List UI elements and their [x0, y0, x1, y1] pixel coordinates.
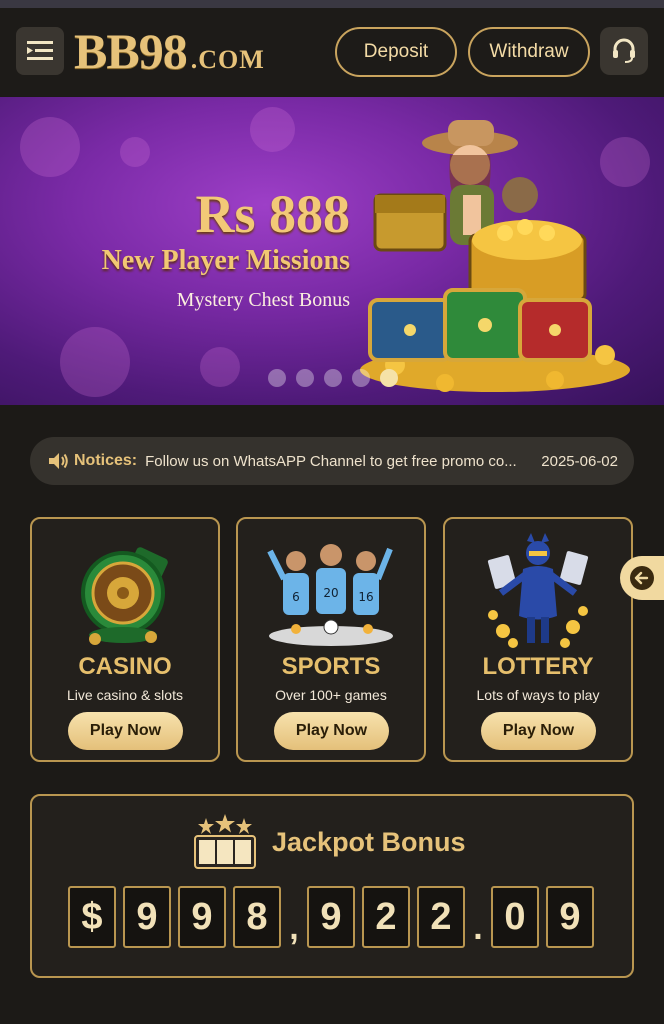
- logo-suffix: .COM: [190, 45, 265, 74]
- side-expand-tab[interactable]: [620, 556, 664, 600]
- top-header: BB98 .COM Deposit Withdraw: [0, 8, 664, 96]
- logo-main: BB98: [74, 23, 188, 79]
- slot-777-icon: [194, 814, 256, 869]
- sports-play-button[interactable]: Play Now: [274, 712, 389, 750]
- sports-subtitle: Over 100+ games: [275, 687, 387, 703]
- casino-subtitle: Live casino & slots: [67, 687, 183, 703]
- carousel-dot[interactable]: [324, 369, 342, 387]
- lottery-cat-woman-icon: [445, 527, 631, 655]
- notice-date: 2025-06-02: [541, 452, 618, 470]
- notice-bar[interactable]: Notices: Follow us on WhatsAPP Channel t…: [30, 437, 634, 485]
- casino-play-button[interactable]: Play Now: [68, 712, 183, 750]
- arrow-left-icon: [630, 566, 654, 590]
- jackpot-counter: $9 9 8, 9 2 2. 0 9: [68, 886, 601, 948]
- speaker-icon: [49, 453, 68, 469]
- casino-card[interactable]: CASINO Live casino & slots Play Now: [30, 517, 220, 762]
- casino-title: CASINO: [78, 653, 172, 680]
- jackpot-panel: Jackpot Bonus $9 9 8, 9 2 2. 0 9: [30, 794, 634, 978]
- jackpot-digit: $: [68, 886, 116, 948]
- menu-icon: [27, 41, 53, 60]
- site-logo[interactable]: BB98 .COM: [74, 22, 265, 82]
- jackpot-digit: 8: [233, 886, 281, 948]
- football-players-icon: 6 20 16: [238, 527, 424, 655]
- withdraw-button[interactable]: Withdraw: [468, 27, 590, 77]
- support-button[interactable]: [600, 27, 648, 75]
- carousel-dot-active[interactable]: [380, 369, 398, 387]
- sports-title: SPORTS: [281, 653, 381, 680]
- jackpot-digit: 0: [491, 886, 539, 948]
- carousel-dots: [268, 369, 398, 387]
- jackpot-digit: 9: [546, 886, 594, 948]
- jackpot-title: Jackpot Bonus: [272, 826, 466, 857]
- sports-card[interactable]: 6 20 16 SPORTS Over 100+ games Play Now: [236, 517, 426, 762]
- notice-label: Notices:: [74, 452, 138, 469]
- jackpot-header: Jackpot Bonus: [192, 814, 466, 870]
- carousel-dot[interactable]: [352, 369, 370, 387]
- treasure-chest-illustration: [360, 120, 630, 392]
- jackpot-separator: .: [473, 909, 483, 947]
- carousel-dot[interactable]: [296, 369, 314, 387]
- jackpot-digit: 9: [123, 886, 171, 948]
- lottery-title: LOTTERY: [482, 653, 594, 680]
- roulette-icon: [32, 527, 218, 655]
- banner-amount: Rs 888: [195, 184, 350, 244]
- jackpot-digit: 2: [417, 886, 465, 948]
- lottery-subtitle: Lots of ways to play: [476, 687, 600, 703]
- lottery-card[interactable]: LOTTERY Lots of ways to play Play Now: [443, 517, 633, 762]
- banner-title: New Player Missions: [101, 245, 350, 276]
- lottery-play-button[interactable]: Play Now: [481, 712, 596, 750]
- jackpot-separator: ,: [289, 909, 299, 947]
- svg-text:16: 16: [358, 590, 373, 604]
- promo-banner[interactable]: Rs 888 New Player Missions Mystery Chest…: [0, 97, 664, 405]
- menu-button[interactable]: [16, 27, 64, 75]
- svg-text:6: 6: [292, 590, 300, 604]
- jackpot-digit: 2: [362, 886, 410, 948]
- deposit-button[interactable]: Deposit: [335, 27, 457, 77]
- headset-icon: [613, 38, 635, 63]
- notice-text[interactable]: Follow us on WhatsAPP Channel to get fre…: [145, 453, 529, 470]
- svg-text:20: 20: [323, 586, 338, 600]
- status-strip: [0, 0, 664, 8]
- jackpot-digit: 9: [178, 886, 226, 948]
- banner-subtitle: Mystery Chest Bonus: [176, 289, 350, 311]
- jackpot-digit: 9: [307, 886, 355, 948]
- carousel-dot[interactable]: [268, 369, 286, 387]
